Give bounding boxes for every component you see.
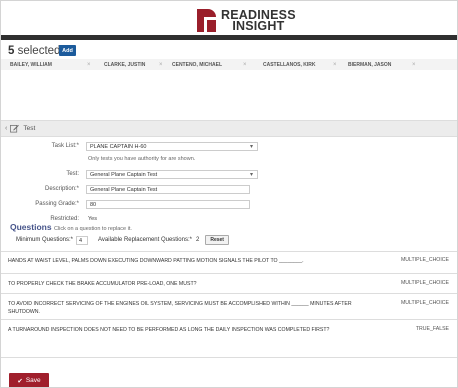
- available-replacement-label: Available Replacement Questions:*: [98, 237, 192, 243]
- remove-person-icon[interactable]: ×: [333, 62, 337, 68]
- add-button[interactable]: Add: [59, 45, 76, 56]
- collapse-chevron-icon[interactable]: ‹: [5, 125, 7, 132]
- description-value: General Plane Captain Test: [90, 186, 158, 193]
- nav-bar: [1, 35, 457, 40]
- selected-person-pill: BAILEY, WILLIAM ×: [10, 59, 91, 70]
- task-list-label: Task List:*: [51, 143, 79, 149]
- passing-grade-field[interactable]: 80: [86, 200, 250, 209]
- edit-icon: [10, 124, 20, 133]
- selected-label: selected: [17, 45, 61, 57]
- task-list-select[interactable]: PLANE CAPTAIN H-60: [86, 142, 258, 151]
- questions-hint: Click on a question to replace it.: [53, 226, 132, 232]
- save-button[interactable]: ✔ Save: [9, 373, 49, 387]
- selected-person-pill: BIERMAN, JASON ×: [348, 59, 416, 70]
- question-type: MULTIPLE_CHOICE: [400, 257, 449, 263]
- description-field[interactable]: General Plane Captain Test: [86, 185, 250, 194]
- passing-grade-value: 80: [90, 201, 97, 208]
- person-name: CASTELLANOS, KIRK: [263, 61, 316, 68]
- person-name: BIERMAN, JASON: [348, 61, 392, 68]
- selected-person-pill: CASTELLANOS, KIRK ×: [263, 59, 337, 70]
- question-text: TO PROPERLY CHECK THE BRAKE ACCUMULATOR …: [8, 281, 197, 287]
- app-header: READINESS INSIGHT: [1, 1, 457, 40]
- task-list-value: PLANE CAPTAIN H-60: [90, 143, 147, 150]
- questions-title: Questions: [10, 222, 52, 232]
- selected-people-list: BAILEY, WILLIAM × CLARKE, JUSTIN × CENTE…: [1, 59, 457, 70]
- remove-person-icon[interactable]: ×: [243, 62, 247, 68]
- question-row[interactable]: TO PROPERLY CHECK THE BRAKE ACCUMULATOR …: [1, 273, 457, 294]
- remove-person-icon[interactable]: ×: [87, 62, 91, 68]
- available-replacement-value: 2: [195, 237, 200, 243]
- test-select[interactable]: General Plane Captain Test: [86, 170, 258, 179]
- test-section-header[interactable]: ‹ Test: [1, 120, 457, 137]
- logo-mark-icon: [197, 9, 216, 32]
- logo-line-2: INSIGHT: [232, 18, 285, 33]
- question-text: TO AVOID INCORRECT SERVICING OF THE ENGI…: [8, 301, 352, 315]
- question-row[interactable]: HANDS AT WAIST LEVEL, PALMS DOWN EXECUTI…: [1, 251, 457, 274]
- question-text: A TURNAROUND INSPECTION DOES NOT NEED TO…: [8, 327, 330, 333]
- person-name: BAILEY, WILLIAM: [10, 61, 52, 68]
- passing-grade-label: Passing Grade:*: [35, 201, 79, 207]
- test-value: General Plane Captain Test: [90, 171, 158, 178]
- description-label: Description:*: [44, 186, 79, 192]
- reset-button[interactable]: Reset: [205, 235, 229, 245]
- minimum-questions-input[interactable]: 4: [76, 235, 89, 245]
- question-type: TRUE_FALSE: [415, 326, 449, 332]
- question-row[interactable]: A TURNAROUND INSPECTION DOES NOT NEED TO…: [1, 319, 457, 346]
- selected-count: 5: [8, 45, 15, 57]
- check-icon: ✔: [17, 377, 23, 385]
- question-settings: Minimum Questions:* 4 Available Replacem…: [16, 235, 229, 245]
- questions-heading: Questions Click on a question to replace…: [10, 222, 132, 232]
- question-row[interactable]: TO AVOID INCORRECT SERVICING OF THE ENGI…: [1, 293, 457, 318]
- selected-person-pill: CLARKE, JUSTIN ×: [104, 59, 163, 70]
- task-list-note: Only tests you have authority for are sh…: [88, 156, 196, 162]
- selected-count-heading: 5 selected: [8, 45, 60, 57]
- selected-person-pill: CENTENO, MICHAEL ×: [172, 59, 247, 70]
- question-type: MULTIPLE_CHOICE: [400, 280, 449, 286]
- test-label: Test:: [66, 171, 79, 177]
- app-window: READINESS INSIGHT 5 selected Add BAILEY,…: [0, 0, 458, 388]
- question-type: MULTIPLE_CHOICE: [400, 300, 449, 306]
- readiness-insight-logo[interactable]: READINESS INSIGHT: [197, 8, 296, 33]
- footer-divider: [1, 357, 457, 358]
- remove-person-icon[interactable]: ×: [159, 62, 163, 68]
- test-section-title: Test: [23, 125, 36, 132]
- logo-text: READINESS INSIGHT: [221, 8, 296, 33]
- question-text: HANDS AT WAIST LEVEL, PALMS DOWN EXECUTI…: [8, 258, 304, 264]
- save-label: Save: [25, 377, 41, 384]
- person-name: CLARKE, JUSTIN: [104, 61, 146, 68]
- person-name: CENTENO, MICHAEL: [172, 61, 222, 68]
- remove-person-icon[interactable]: ×: [412, 62, 416, 68]
- minimum-questions-label: Minimum Questions:*: [16, 237, 74, 243]
